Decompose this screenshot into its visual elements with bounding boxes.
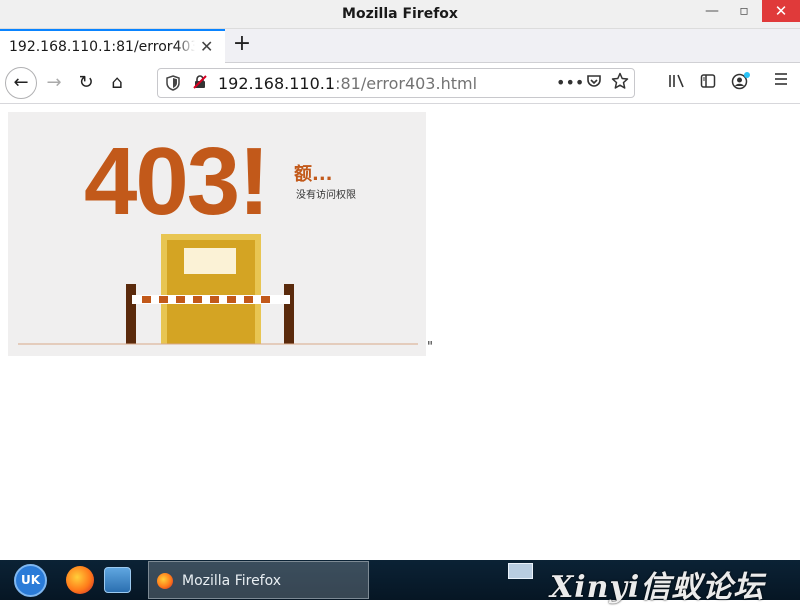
library-icon[interactable] (668, 73, 686, 93)
tab-strip: 192.168.110.1:81/error403.html ✕ + (0, 29, 800, 63)
error-403-illustration: 403! 额... 没有访问权限 (8, 112, 426, 356)
url-host: 192.168.110.1 (218, 74, 336, 93)
door-sign (184, 248, 236, 274)
title-bar: Mozilla Firefox — ▫ ✕ (0, 0, 800, 29)
page-actions-icon[interactable]: ••• (556, 73, 584, 92)
navigation-toolbar: ← → ↻ ⌂ 192.168.110.1:81/error403.html •… (0, 63, 800, 104)
maximize-button[interactable]: ▫ (729, 0, 759, 22)
left-post (126, 284, 136, 344)
error-message: 没有访问权限 (296, 188, 356, 201)
pocket-icon[interactable] (586, 73, 602, 93)
window-title: Mozilla Firefox (342, 6, 458, 22)
bookmark-star-icon[interactable] (611, 72, 629, 95)
url-text[interactable]: 192.168.110.1:81/error403.html (218, 74, 477, 93)
file-manager-icon[interactable] (104, 567, 131, 593)
firefox-launcher-icon[interactable] (66, 566, 94, 594)
tab-error403[interactable]: 192.168.110.1:81/error403.html ✕ (0, 29, 225, 63)
url-path: :81/error403.html (335, 74, 478, 93)
url-bar[interactable]: 192.168.110.1:81/error403.html ••• (157, 68, 635, 98)
right-post (284, 284, 294, 344)
reload-button[interactable]: ↻ (71, 68, 101, 98)
taskbar: UK Mozilla Firefox Xinyi信蚁论坛 (0, 560, 800, 605)
tracking-shield-icon[interactable] (166, 75, 180, 95)
taskbar-window-label: Mozilla Firefox (182, 573, 282, 589)
close-window-button[interactable]: ✕ (762, 0, 800, 22)
insecure-lock-icon[interactable] (192, 74, 208, 94)
hamburger-menu-icon[interactable] (773, 71, 789, 92)
notification-dot (744, 72, 750, 78)
start-menu-icon[interactable]: UK (14, 564, 47, 597)
new-tab-button[interactable]: + (231, 31, 253, 56)
error-code: 403! (84, 128, 268, 235)
tab-label: 192.168.110.1:81/error403.html (9, 39, 195, 55)
back-button[interactable]: ← (5, 67, 37, 99)
taskbar-window-firefox[interactable]: Mozilla Firefox (148, 561, 369, 599)
home-button[interactable]: ⌂ (102, 68, 132, 98)
stray-text: " (427, 340, 433, 355)
page-content: 403! 额... 没有访问权限 " (0, 104, 800, 560)
watermark: Xinyi信蚁论坛 (550, 570, 765, 605)
firefox-icon (157, 573, 173, 589)
error-heading: 额... (294, 163, 333, 185)
tray-window-icon[interactable] (508, 563, 533, 579)
minimize-button[interactable]: — (697, 0, 727, 22)
forward-button[interactable]: → (39, 68, 69, 98)
tab-close-icon[interactable]: ✕ (200, 37, 213, 56)
sidebar-icon[interactable] (700, 73, 716, 93)
